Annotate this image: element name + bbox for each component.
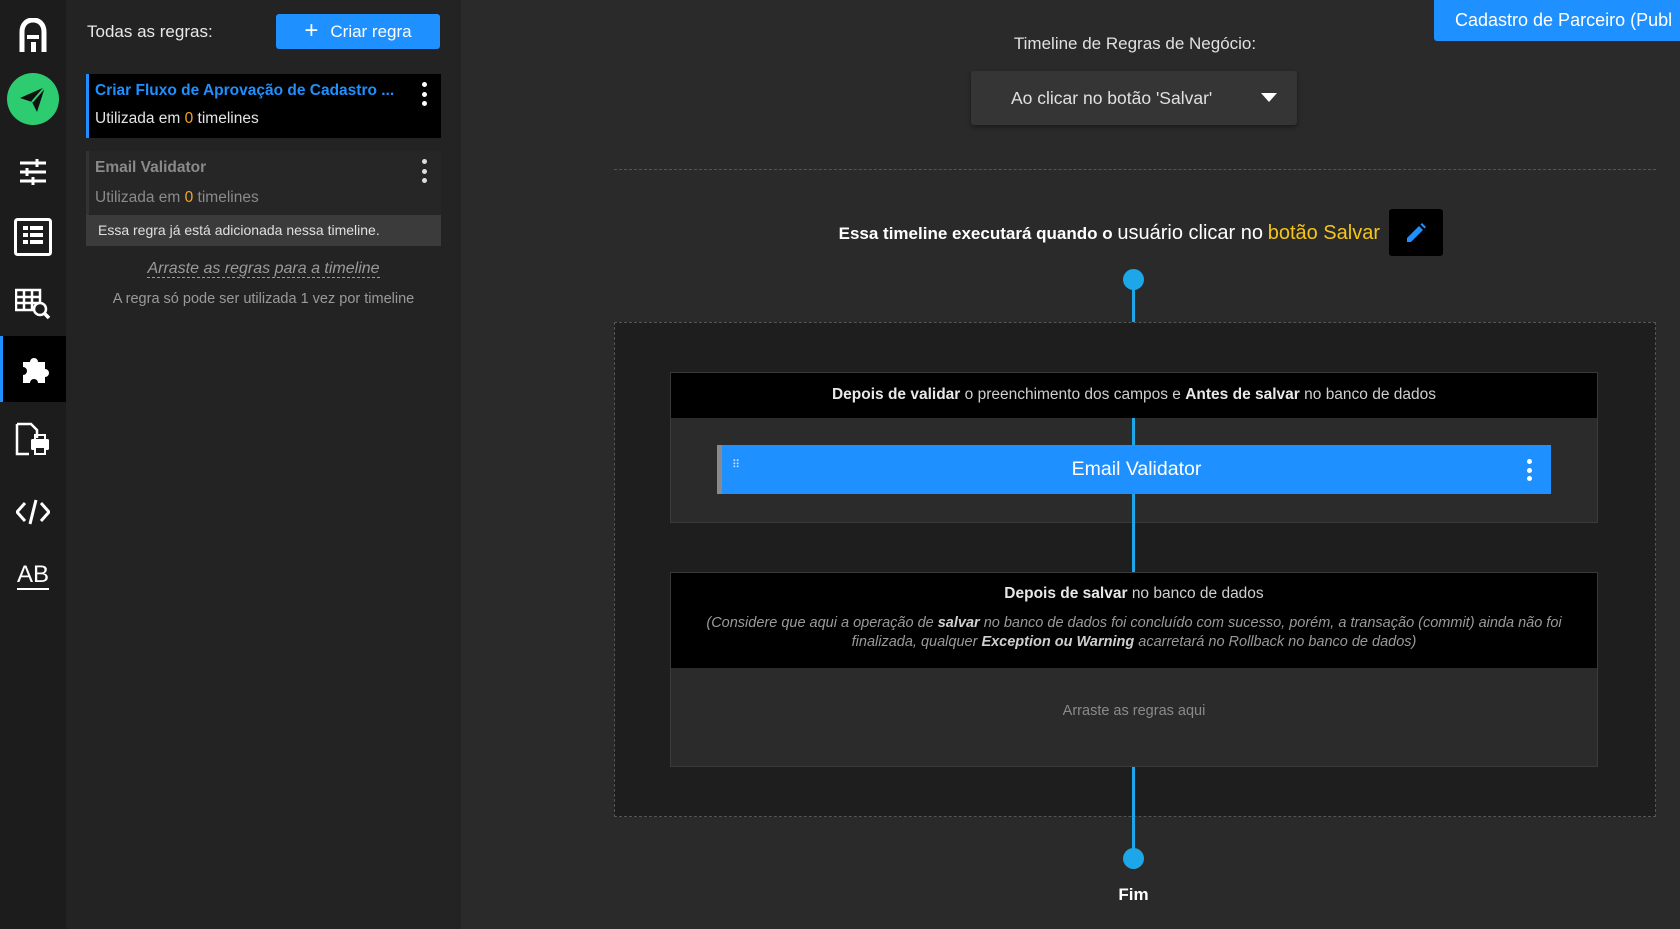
rule-already-added-note: Essa regra já está adicionada nessa time…: [86, 215, 441, 246]
usage-count: 0: [184, 110, 194, 127]
ab-icon: AB: [16, 561, 49, 590]
usage-prefix: Utilizada em: [95, 189, 181, 206]
rules-button[interactable]: [0, 336, 66, 402]
table-search-button[interactable]: [0, 271, 66, 337]
header-bold: Depois de salvar: [1004, 585, 1128, 602]
header-text: no banco de dados: [1131, 585, 1264, 602]
timeline-trigger-text: Essa timeline executará quando o usuário…: [780, 222, 1380, 245]
usage-count: 0: [184, 189, 194, 206]
entity-button[interactable]: Cadastro de Parceiro (Publ: [1434, 0, 1680, 41]
timeline-select-value: Ao clicar no botão 'Salvar': [1011, 87, 1213, 108]
rule-menu-icon[interactable]: [419, 82, 429, 106]
chip-label: Email Validator: [1071, 458, 1202, 480]
usage-suffix: timelines: [197, 189, 259, 206]
create-rule-label: Criar regra: [330, 21, 412, 41]
timeline-select[interactable]: Ao clicar no botão 'Salvar': [971, 71, 1297, 125]
timeline-start-dot: [1123, 269, 1144, 290]
code-button[interactable]: [0, 479, 66, 545]
timeline-rule-chip[interactable]: ⠿ Email Validator: [717, 445, 1551, 494]
header-text: no banco de dados: [1304, 386, 1437, 403]
timeline-line: [1132, 523, 1135, 572]
header-bold: Antes de salvar: [1185, 386, 1300, 403]
drag-hint-text: Arraste as regras para a timeline: [147, 260, 380, 278]
rule-card[interactable]: Email Validator Utilizada em 0 timelines…: [86, 151, 441, 246]
section-subtext: (Considere que aqui a operação de salvar…: [671, 614, 1597, 652]
usage-prefix: Utilizada em: [95, 110, 181, 127]
rules-panel: Todas as regras: + Criar regra Criar Flu…: [66, 0, 461, 929]
usage-suffix: timelines: [197, 110, 259, 127]
icon-rail: AB: [0, 0, 66, 929]
print-button[interactable]: [0, 406, 66, 472]
section-header: Depois de salvar no banco de dados (Cons…: [671, 573, 1597, 668]
drop-rules-hint: Arraste as regras aqui: [1062, 703, 1206, 719]
code-icon: [16, 499, 50, 525]
subtext-bold: Exception ou Warning: [981, 634, 1135, 650]
pencil-icon: [1407, 222, 1426, 242]
trigger-prefix: Essa timeline executará quando o: [838, 224, 1113, 243]
timeline-end-dot: [1123, 848, 1144, 869]
before-save-section: Depois de validar o preenchimento dos ca…: [670, 372, 1598, 523]
subtext-part: acarretará no Rollback no banco de dados…: [1138, 634, 1417, 650]
form-button[interactable]: [0, 204, 66, 270]
panel-title: Todas as regras:: [87, 22, 213, 41]
create-rule-button[interactable]: + Criar regra: [276, 14, 440, 49]
chip-menu-icon[interactable]: [1527, 459, 1533, 481]
form-list-icon: [14, 218, 52, 256]
publish-button[interactable]: [0, 66, 66, 132]
after-save-section: Depois de salvar no banco de dados (Cons…: [670, 572, 1598, 767]
sliders-icon: [20, 159, 46, 185]
trigger-highlight: botão Salvar: [1267, 222, 1380, 244]
chevron-down-icon: [1261, 93, 1277, 102]
app-logo[interactable]: [0, 2, 66, 68]
header-bold: Depois de validar: [831, 386, 961, 403]
drag-hint: Arraste as regras para a timeline: [66, 260, 461, 278]
document-print-icon: [15, 422, 49, 456]
settings-button[interactable]: [0, 139, 66, 205]
divider: [614, 169, 1656, 170]
table-search-icon: [15, 288, 51, 320]
rule-usage: Utilizada em 0 timelines: [95, 110, 433, 128]
translations-button[interactable]: AB: [0, 543, 66, 609]
section-header: Depois de validar o preenchimento dos ca…: [671, 373, 1597, 418]
rule-usage: Utilizada em 0 timelines: [95, 189, 433, 207]
rule-name: Email Validator: [95, 159, 207, 176]
timeline-line: [1132, 494, 1135, 523]
rule-menu-icon[interactable]: [419, 159, 429, 183]
header-text: o preenchimento dos campos e: [964, 386, 1181, 403]
once-hint: A regra só pode ser utilizada 1 vez por …: [112, 291, 415, 307]
timeline-line: [1132, 418, 1135, 446]
plus-icon: +: [304, 16, 319, 44]
rule-name: Criar Fluxo de Aprovação de Cadastro ...: [95, 82, 395, 99]
logo-icon: [19, 18, 47, 52]
subtext-bold: salvar: [937, 615, 980, 631]
trigger-mid: usuário clicar no: [1117, 222, 1263, 244]
timeline-end-label: Fim: [1118, 885, 1149, 904]
timeline-label: Timeline de Regras de Negócio:: [1013, 34, 1257, 53]
paper-plane-icon: [7, 73, 59, 125]
puzzle-icon: [22, 358, 49, 383]
drag-handle-icon[interactable]: ⠿: [732, 460, 741, 471]
edit-trigger-button[interactable]: [1389, 209, 1443, 256]
subtext-part: (Considere que aqui a operação de: [706, 615, 934, 631]
timeline-line: [1132, 767, 1135, 859]
rule-card[interactable]: Criar Fluxo de Aprovação de Cadastro ...…: [86, 74, 441, 138]
